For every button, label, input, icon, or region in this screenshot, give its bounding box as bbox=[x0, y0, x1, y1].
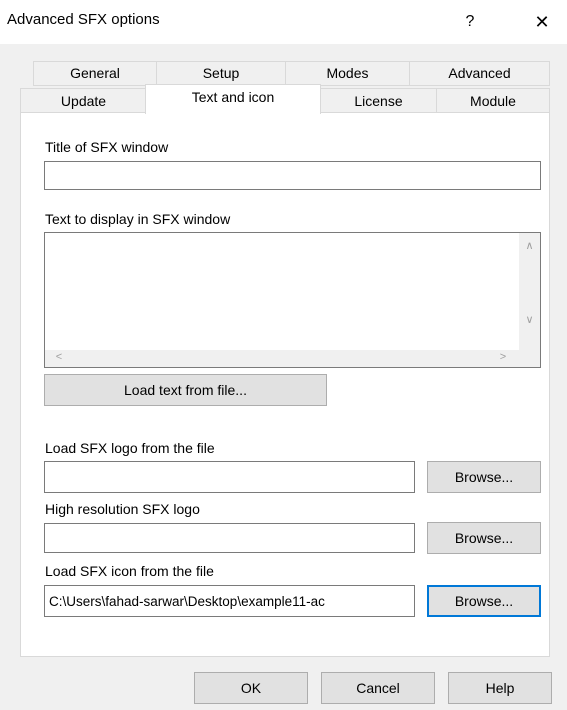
hires-logo-field[interactable] bbox=[44, 523, 415, 553]
tab-module[interactable]: Module bbox=[436, 88, 550, 113]
ok-button[interactable]: OK bbox=[194, 672, 308, 704]
scroll-right-icon[interactable]: > bbox=[497, 351, 509, 363]
title-field[interactable] bbox=[44, 161, 541, 190]
help-button[interactable]: Help bbox=[448, 672, 552, 704]
vertical-scrollbar[interactable]: ∧ ∨ bbox=[519, 233, 540, 351]
tab-advanced[interactable]: Advanced bbox=[409, 61, 550, 86]
scroll-down-icon[interactable]: ∨ bbox=[519, 313, 540, 326]
hires-logo-label: High resolution SFX logo bbox=[45, 501, 200, 517]
horizontal-scrollbar[interactable]: < > bbox=[45, 350, 519, 367]
tab-license[interactable]: License bbox=[320, 88, 437, 113]
tab-modes[interactable]: Modes bbox=[285, 61, 410, 86]
logo-label: Load SFX logo from the file bbox=[45, 440, 215, 456]
load-text-button[interactable]: Load text from file... bbox=[44, 374, 327, 406]
cancel-button[interactable]: Cancel bbox=[321, 672, 435, 704]
icon-input[interactable] bbox=[45, 586, 414, 616]
title-label: Title of SFX window bbox=[45, 139, 169, 155]
text-label: Text to display in SFX window bbox=[45, 211, 231, 227]
tab-setup[interactable]: Setup bbox=[156, 61, 286, 86]
scroll-left-icon[interactable]: < bbox=[53, 351, 65, 363]
hires-logo-browse-button[interactable]: Browse... bbox=[427, 522, 541, 554]
tab-text-and-icon[interactable]: Text and icon bbox=[145, 84, 321, 114]
logo-field[interactable] bbox=[44, 461, 415, 493]
logo-browse-button[interactable]: Browse... bbox=[427, 461, 541, 493]
scroll-up-icon[interactable]: ∧ bbox=[519, 239, 540, 252]
help-icon[interactable]: ? bbox=[452, 7, 488, 37]
icon-browse-button[interactable]: Browse... bbox=[427, 585, 541, 617]
text-area[interactable]: ∧ ∨ < > bbox=[44, 232, 541, 368]
hires-logo-input[interactable] bbox=[45, 524, 414, 552]
title-input[interactable] bbox=[45, 162, 540, 189]
tab-general[interactable]: General bbox=[33, 61, 157, 86]
close-icon[interactable]: ✕ bbox=[524, 7, 560, 37]
tab-update[interactable]: Update bbox=[20, 88, 147, 113]
icon-label: Load SFX icon from the file bbox=[45, 563, 214, 579]
logo-input[interactable] bbox=[45, 462, 414, 492]
window-title: Advanced SFX options bbox=[7, 11, 160, 28]
scrollbar-corner bbox=[519, 350, 540, 367]
title-bar: Advanced SFX options ? ✕ bbox=[0, 0, 567, 44]
icon-field[interactable] bbox=[44, 585, 415, 617]
